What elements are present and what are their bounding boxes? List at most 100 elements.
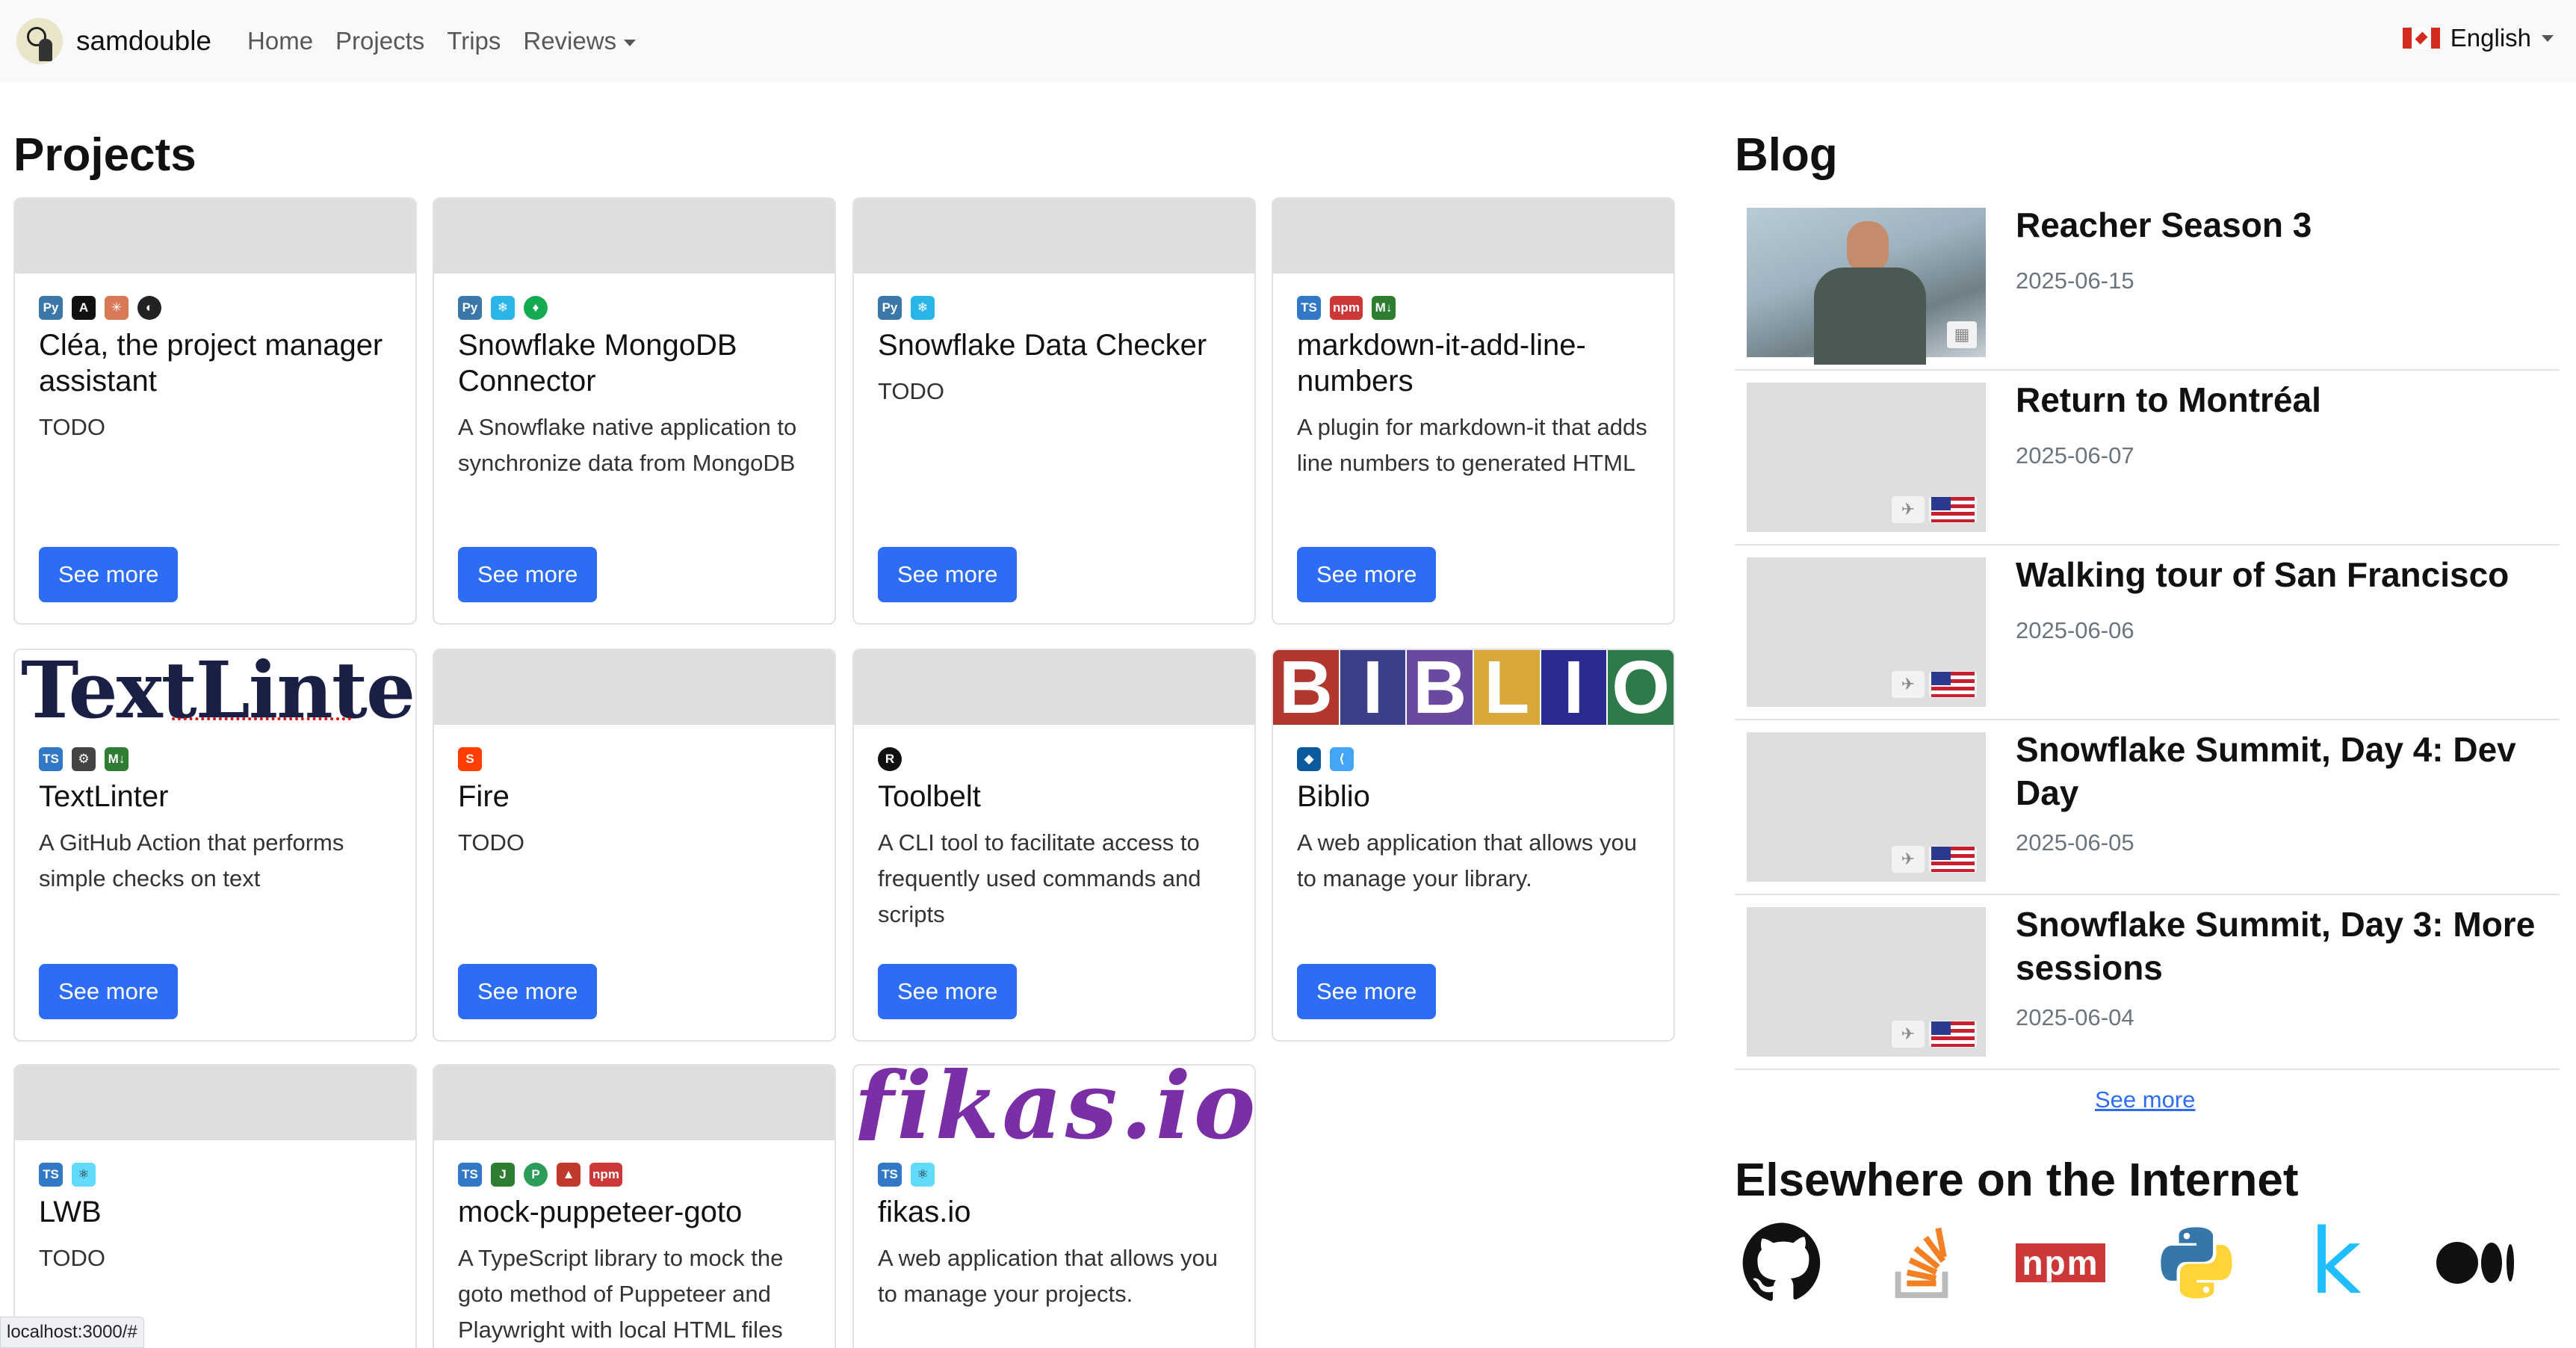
project-description: A web application that allows you to man… [1297, 829, 1637, 891]
see-more-button[interactable]: See more [878, 547, 1018, 602]
project-title: LWB [39, 1196, 102, 1228]
projects-heading: Projects [13, 129, 196, 181]
project-title: Cléa, the project manager assistant [39, 329, 383, 398]
npm-icon[interactable]: npm [2016, 1218, 2105, 1308]
linear-icon: ◐ [137, 296, 161, 320]
project-description: A GitHub Action that performs simple che… [39, 829, 344, 891]
brand[interactable]: samdouble [16, 18, 211, 64]
snowflake-icon: ❄ [911, 296, 935, 320]
status-bar-url: localhost:3000/# [0, 1317, 144, 1348]
chevron-down-icon [624, 39, 637, 46]
project-image-textlinter: TextLinter [15, 650, 415, 725]
airplane-icon: ✈ [1892, 496, 1925, 523]
stackoverflow-icon[interactable] [1877, 1218, 1966, 1308]
us-flag-icon [1929, 846, 1977, 873]
project-image-biblio: B I B L I O [1273, 650, 1674, 725]
claude-icon: ✳ [105, 296, 129, 320]
nav-reviews-dropdown[interactable]: Reviews [523, 27, 637, 55]
project-image-placeholder [1273, 199, 1674, 273]
project-title: Snowflake Data Checker [878, 329, 1207, 362]
project-image-placeholder [434, 650, 835, 725]
language-label: English [2450, 24, 2531, 52]
project-image-placeholder [854, 650, 1254, 725]
blog-item[interactable]: ✈ Snowflake Summit, Day 4: Dev Day 2025-… [1735, 720, 2560, 895]
blog-item[interactable]: ▦ Reacher Season 3 2025-06-15 [1735, 196, 2560, 371]
blog-title[interactable]: Reacher Season 3 [2016, 203, 2554, 247]
nav-projects[interactable]: Projects [335, 27, 424, 55]
python-icon[interactable] [2152, 1218, 2241, 1308]
blog-title[interactable]: Walking tour of San Francisco [2016, 553, 2554, 596]
see-more-button[interactable]: See more [39, 964, 179, 1019]
blog-item[interactable]: ✈ Return to Montréal 2025-06-07 [1735, 371, 2560, 545]
blog-title[interactable]: Snowflake Summit, Day 3: More sessions [2016, 903, 2554, 989]
project-image-placeholder [434, 199, 835, 273]
see-more-button[interactable]: See more [878, 964, 1018, 1019]
airplane-icon: ✈ [1892, 1021, 1925, 1048]
project-description: TODO [458, 829, 524, 856]
python-icon: Py [878, 296, 902, 320]
project-title: TextLinter [39, 780, 169, 813]
blog-date: 2025-06-04 [2016, 1004, 2134, 1030]
airplane-icon: ✈ [1892, 846, 1925, 873]
film-icon: ▦ [1947, 321, 1977, 348]
biblio-letter-block: I [1340, 650, 1406, 725]
language-dropdown[interactable]: English [2402, 24, 2554, 52]
blog-title[interactable]: Snowflake Summit, Day 4: Dev Day [2016, 728, 2554, 814]
see-more-button[interactable]: See more [39, 547, 179, 602]
react-icon: ⚛ [72, 1163, 96, 1187]
project-card: Py ❄ ♦ Snowflake MongoDB Connector A Sno… [433, 197, 836, 625]
project-card: Py ❄ Snowflake Data Checker TODO See mor… [852, 197, 1256, 625]
project-card: TS ⚛ LWB TODO [13, 1064, 417, 1348]
blog-item[interactable]: ✈ Snowflake Summit, Day 3: More sessions… [1735, 895, 2560, 1070]
see-more-button[interactable]: See more [1297, 964, 1437, 1019]
biblio-letter-block: O [1608, 650, 1674, 725]
see-more-button[interactable]: See more [1297, 547, 1437, 602]
us-flag-icon [1929, 496, 1977, 523]
blog-thumbnail: ✈ [1747, 383, 1986, 532]
typescript-icon: TS [458, 1163, 482, 1187]
project-title: Snowflake MongoDB Connector [458, 329, 737, 398]
nav-trips[interactable]: Trips [447, 27, 501, 55]
blog-item[interactable]: ✈ Walking tour of San Francisco 2025-06-… [1735, 545, 2560, 720]
kaggle-icon[interactable]: k [2291, 1218, 2380, 1308]
python-icon: Py [39, 296, 63, 320]
brand-name[interactable]: samdouble [76, 25, 211, 57]
snowflake-icon: ❄ [491, 296, 515, 320]
react-icon: ⚛ [911, 1163, 935, 1187]
see-more-button[interactable]: See more [458, 964, 598, 1019]
github-icon[interactable] [1738, 1218, 1827, 1308]
project-title: Toolbelt [878, 780, 981, 813]
us-flag-icon [1929, 671, 1977, 698]
project-card: Py A ✳ ◐ Cléa, the project manager assis… [13, 197, 417, 625]
biblio-letter-block: L [1474, 650, 1540, 725]
project-image-placeholder [15, 1066, 415, 1140]
typescript-icon: TS [1297, 296, 1321, 320]
mongodb-icon: ♦ [524, 296, 548, 320]
medium-icon[interactable] [2431, 1218, 2521, 1308]
puppeteer-icon: P [524, 1163, 548, 1187]
blog-title[interactable]: Return to Montréal [2016, 378, 2554, 421]
brand-avatar [16, 18, 63, 64]
biblio-letter-block: B [1273, 650, 1339, 725]
project-card: TextLinter TS ⚙ M↓ TextLinter A GitHub A… [13, 649, 417, 1042]
nav-links: Home Projects Trips Reviews [247, 27, 637, 55]
project-title: markdown-it-add-line-numbers [1297, 329, 1586, 398]
project-title: Fire [458, 780, 510, 813]
npm-icon: npm [1330, 296, 1363, 320]
project-card: TS npm M↓ markdown-it-add-line-numbers A… [1272, 197, 1675, 625]
project-card: S Fire TODO See more [433, 649, 836, 1042]
blog-date: 2025-06-07 [2016, 442, 2134, 469]
markdown-icon: M↓ [1372, 296, 1396, 320]
chevron-down-icon [2542, 34, 2554, 42]
nav-home[interactable]: Home [247, 27, 313, 55]
blog-thumbnail: ✈ [1747, 732, 1986, 882]
blog-see-more-link[interactable]: See more [2095, 1086, 2195, 1113]
playwright-icon: ▲ [557, 1163, 580, 1187]
airplane-icon: ✈ [1892, 671, 1925, 698]
project-image-fikas: fikas.io [854, 1066, 1254, 1140]
see-more-button[interactable]: See more [458, 547, 598, 602]
project-description: TODO [39, 414, 105, 440]
npm-icon: npm [589, 1163, 622, 1187]
rust-icon: R [878, 747, 902, 771]
project-description: A CLI tool to facilitate access to frequ… [878, 829, 1201, 927]
